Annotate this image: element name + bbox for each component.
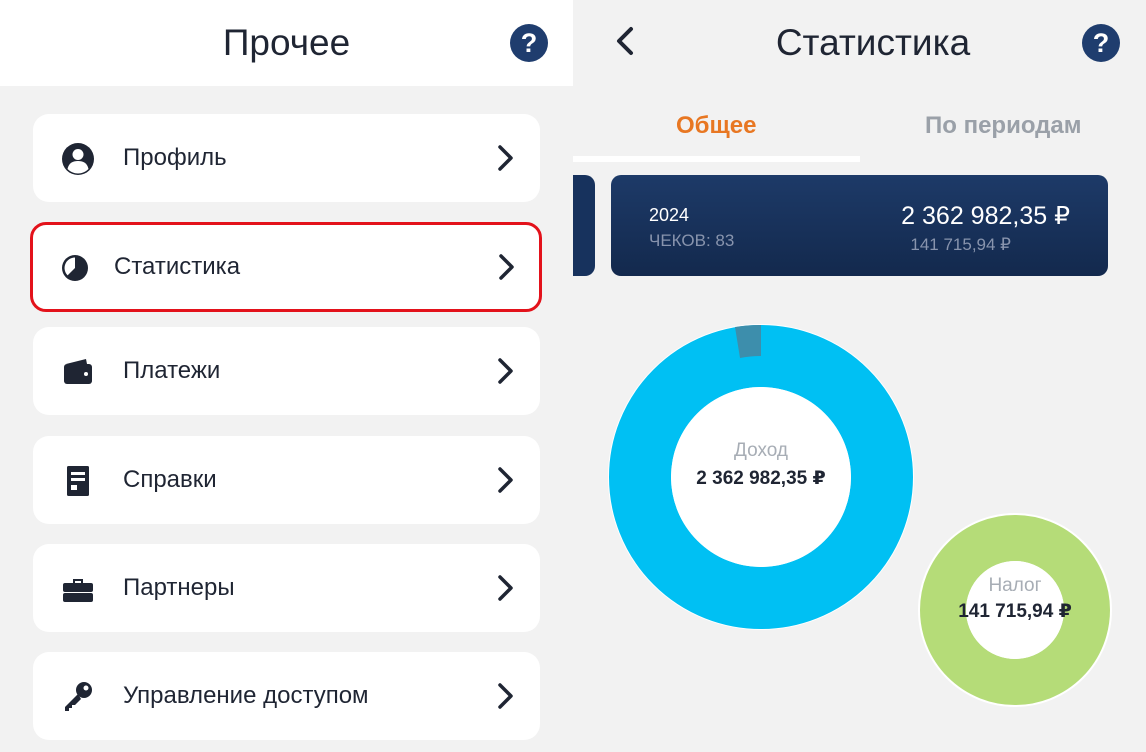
pie-chart-icon <box>62 255 88 281</box>
page-title: Прочее <box>222 22 351 63</box>
menu-item-certificates[interactable]: Справки <box>33 436 540 524</box>
menu-item-statistics[interactable]: Статистика <box>30 222 542 312</box>
key-icon <box>65 682 92 711</box>
menu-item-label: Справки <box>123 466 217 493</box>
wallet-icon <box>64 359 92 384</box>
tax-caption: Налог <box>988 575 1042 596</box>
briefcase-icon <box>63 579 93 602</box>
tax-value: 141 715,94 ₽ <box>958 601 1072 622</box>
chevron-right-icon <box>498 145 513 171</box>
statistics-screen: Статистика ? Общее По периодам 2024 ЧЕКО… <box>573 0 1146 752</box>
income-caption: Доход <box>734 440 788 461</box>
user-icon <box>62 143 94 175</box>
chevron-right-icon <box>498 358 513 384</box>
statistics-donut-charts <box>608 324 1112 707</box>
chevron-right-icon <box>499 254 514 280</box>
income-value: 2 362 982,35 ₽ <box>696 468 826 489</box>
header: Прочее ? <box>0 0 573 86</box>
menu-item-access-management[interactable]: Управление доступом <box>33 652 540 740</box>
other-screen: Прочее ? Профиль Статистика Платежи Спра… <box>0 0 573 752</box>
menu-item-label: Управление доступом <box>123 682 369 709</box>
menu-item-profile[interactable]: Профиль <box>33 114 540 202</box>
chevron-right-icon <box>498 575 513 601</box>
chevron-right-icon <box>498 467 513 493</box>
menu-item-label: Профиль <box>123 144 227 171</box>
help-button[interactable]: ? <box>510 24 548 62</box>
menu-item-label: Партнеры <box>123 574 235 601</box>
menu-item-label: Платежи <box>123 357 221 384</box>
menu-item-partners[interactable]: Партнеры <box>33 544 540 632</box>
document-icon <box>67 466 89 496</box>
chevron-right-icon <box>498 683 513 709</box>
menu-item-label: Статистика <box>114 253 241 280</box>
menu-item-payments[interactable]: Платежи <box>33 327 540 415</box>
